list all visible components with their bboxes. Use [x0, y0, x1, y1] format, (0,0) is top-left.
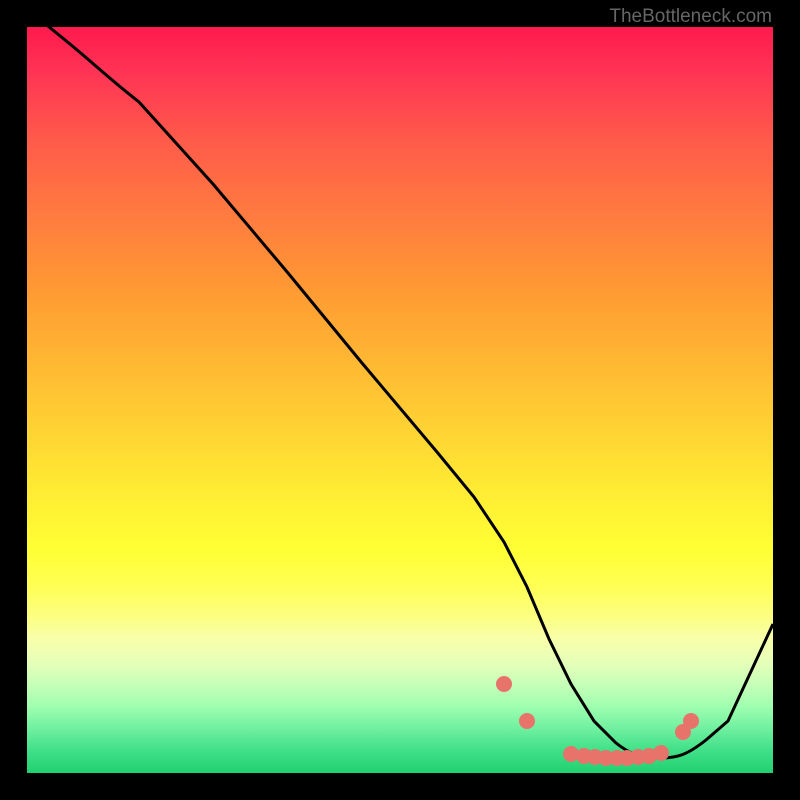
valley-markers	[496, 676, 699, 766]
watermark-text: TheBottleneck.com	[609, 6, 772, 28]
chart-svg	[27, 27, 773, 773]
bottleneck-curve-line	[27, 27, 773, 758]
